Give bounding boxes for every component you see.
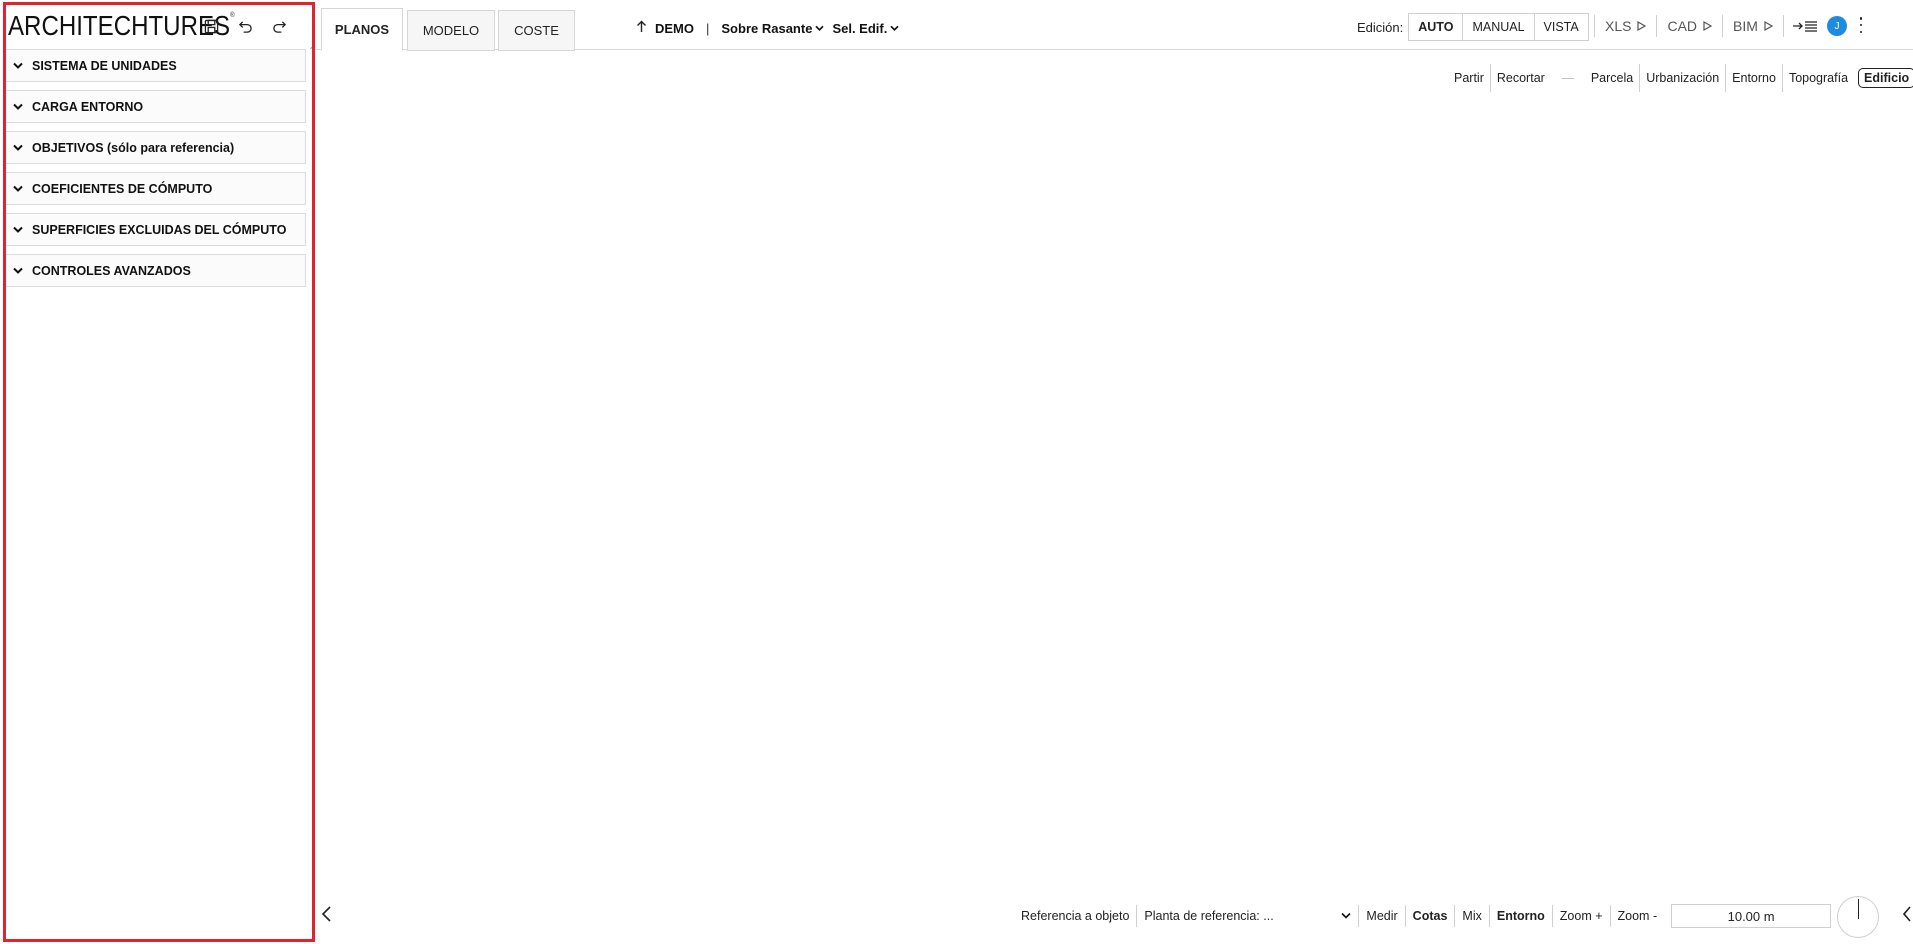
reference-floor-label: Planta de referencia: ... bbox=[1144, 909, 1274, 923]
building-dropdown-label: Sel. Edif. bbox=[832, 20, 888, 36]
zoom-in-button[interactable]: Zoom + bbox=[1551, 905, 1610, 927]
arrow-up-icon[interactable] bbox=[636, 20, 647, 36]
section-superficies-excluidas[interactable]: SUPERFICIES EXCLUIDAS DEL CÓMPUTO bbox=[5, 213, 306, 246]
export-group: XLS CAD BIM bbox=[1594, 13, 1826, 39]
layer-parcela[interactable]: Parcela bbox=[1585, 64, 1639, 92]
section-carga-entorno[interactable]: CARGA ENTORNO bbox=[5, 90, 306, 123]
tool-recortar[interactable]: Recortar bbox=[1489, 64, 1551, 92]
chevron-left-icon[interactable] bbox=[1902, 905, 1913, 925]
chevron-down-icon bbox=[12, 101, 24, 113]
top-bar: PLANOS MODELO COSTE DEMO | Sobre Rasante… bbox=[316, 0, 1913, 51]
tab-planos[interactable]: PLANOS bbox=[321, 8, 403, 51]
building-dropdown[interactable]: Sel. Edif. bbox=[832, 21, 899, 36]
undo-icon[interactable] bbox=[236, 17, 254, 35]
edit-mode-manual-button[interactable]: MANUAL bbox=[1463, 14, 1535, 40]
tool-partir[interactable]: Partir bbox=[1448, 64, 1490, 92]
section-coeficientes[interactable]: COEFICIENTES DE CÓMPUTO bbox=[5, 172, 306, 205]
level-dropdown[interactable]: Sobre Rasante bbox=[721, 20, 825, 36]
chevron-down-icon bbox=[890, 25, 899, 31]
zoom-out-button[interactable]: Zoom - bbox=[1609, 905, 1665, 927]
tab-coste[interactable]: COSTE bbox=[498, 10, 575, 51]
edit-mode-label: Edición: bbox=[1357, 19, 1404, 35]
layer-edificio[interactable]: Edificio bbox=[1858, 68, 1913, 88]
layer-urbanizacion[interactable]: Urbanización bbox=[1639, 64, 1725, 92]
section-controles-avanzados[interactable]: CONTROLES AVANZADOS bbox=[5, 254, 306, 287]
chevron-down-icon bbox=[1341, 912, 1351, 919]
edit-mode-auto-button[interactable]: AUTO bbox=[1409, 14, 1464, 40]
play-icon bbox=[1637, 21, 1647, 31]
arrow-list-icon[interactable] bbox=[1782, 15, 1826, 37]
layer-topografia[interactable]: Topografía bbox=[1781, 64, 1854, 92]
section-label: SISTEMA DE UNIDADES bbox=[32, 58, 177, 73]
chevron-down-icon bbox=[12, 60, 24, 72]
save-icon[interactable] bbox=[202, 17, 220, 35]
chevron-down-icon bbox=[12, 265, 24, 277]
export-bim-button[interactable]: BIM bbox=[1722, 15, 1783, 37]
toolbar-divider: — bbox=[1561, 71, 1575, 85]
project-selector: DEMO | Sobre Rasante Sel. Edif. bbox=[636, 18, 899, 38]
bottom-bar: Referencia a objeto Planta de referencia… bbox=[316, 896, 1913, 938]
brand-row: ARCHITECHTURES® bbox=[8, 6, 308, 46]
scale-input[interactable]: 10.00 m bbox=[1671, 904, 1832, 928]
edit-mode-vista-button[interactable]: VISTA bbox=[1535, 14, 1588, 40]
tool-cotas[interactable]: Cotas bbox=[1404, 905, 1455, 927]
user-avatar[interactable]: J bbox=[1827, 16, 1847, 36]
chevron-down-icon bbox=[12, 142, 24, 154]
reference-object-toggle[interactable]: Referencia a objeto bbox=[1014, 905, 1136, 927]
chevron-down-icon bbox=[12, 224, 24, 236]
tab-modelo[interactable]: MODELO bbox=[407, 10, 495, 51]
level-dropdown-label: Sobre Rasante bbox=[721, 20, 813, 36]
section-objetivos[interactable]: OBJETIVOS (sólo para referencia) bbox=[5, 131, 306, 164]
north-compass-icon[interactable] bbox=[1837, 896, 1879, 938]
section-label: CARGA ENTORNO bbox=[32, 99, 144, 114]
tool-entorno[interactable]: Entorno bbox=[1488, 905, 1552, 927]
edit-mode-group: Edición: AUTO MANUAL VISTA bbox=[1357, 13, 1589, 41]
section-label: OBJETIVOS (sólo para referencia) bbox=[32, 140, 235, 155]
export-xls-label: XLS bbox=[1605, 18, 1632, 34]
file-toolbar bbox=[202, 6, 288, 46]
tool-mix[interactable]: Mix bbox=[1454, 905, 1488, 927]
export-cad-label: CAD bbox=[1667, 18, 1698, 34]
export-bim-label: BIM bbox=[1733, 18, 1758, 34]
chevron-down-icon bbox=[815, 25, 825, 31]
section-label: CONTROLES AVANZADOS bbox=[32, 263, 191, 278]
chevron-down-icon bbox=[12, 183, 24, 195]
app-logo: ARCHITECHTURES® bbox=[8, 10, 235, 41]
sidebar-sections: SISTEMA DE UNIDADES CARGA ENTORNO OBJETI… bbox=[5, 49, 306, 295]
chevron-left-icon[interactable] bbox=[321, 905, 337, 925]
play-icon bbox=[1703, 21, 1713, 31]
section-sistema-unidades[interactable]: SISTEMA DE UNIDADES bbox=[5, 49, 306, 82]
reference-floor-select[interactable]: Planta de referencia: ... bbox=[1136, 905, 1358, 927]
edit-mode-segmented: AUTO MANUAL VISTA bbox=[1408, 13, 1589, 41]
view-controls: Referencia a objeto Planta de referencia… bbox=[1014, 904, 1832, 928]
play-icon bbox=[1764, 21, 1773, 31]
export-xls-button[interactable]: XLS bbox=[1594, 15, 1656, 37]
tool-medir[interactable]: Medir bbox=[1358, 905, 1404, 927]
project-separator: | bbox=[706, 20, 710, 36]
project-name[interactable]: DEMO bbox=[655, 21, 694, 36]
layer-toolbar: Partir Recortar — Parcela Urbanización E… bbox=[1448, 64, 1913, 92]
layer-entorno[interactable]: Entorno bbox=[1725, 64, 1782, 92]
more-menu-icon[interactable] bbox=[1857, 17, 1865, 33]
left-sidebar: ARCHITECHTURES® ⌃ SISTEMA DE UNIDADES CA… bbox=[0, 0, 316, 944]
redo-icon[interactable] bbox=[270, 17, 288, 35]
section-label: COEFICIENTES DE CÓMPUTO bbox=[32, 181, 213, 196]
section-label: SUPERFICIES EXCLUIDAS DEL CÓMPUTO bbox=[32, 222, 287, 237]
export-cad-button[interactable]: CAD bbox=[1656, 15, 1722, 37]
